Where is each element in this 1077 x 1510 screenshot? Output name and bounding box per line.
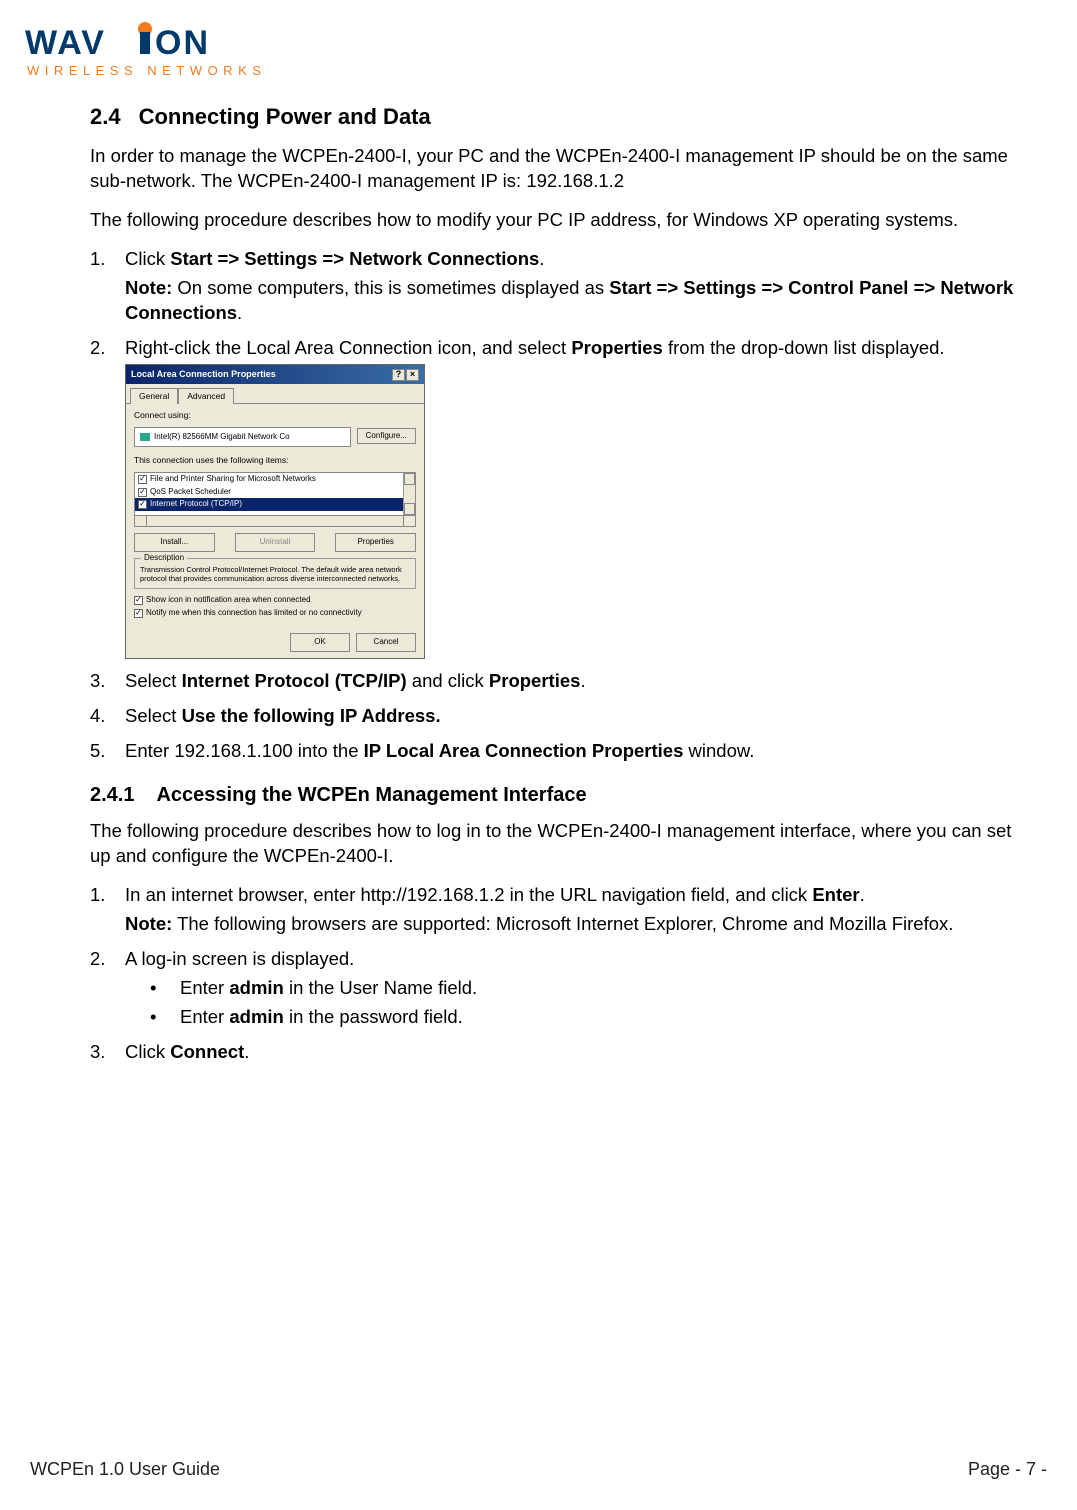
step-number: 4.: [90, 704, 125, 733]
intro-paragraph-2: The following procedure describes how to…: [90, 208, 1037, 233]
svg-text:ON: ON: [155, 24, 210, 62]
step-3-text: Click Connect.: [125, 1040, 1037, 1065]
tab-general[interactable]: General: [130, 388, 178, 404]
step-number: 3.: [90, 1040, 125, 1069]
show-icon-checkbox[interactable]: ✓Show icon in notification area when con…: [134, 595, 416, 606]
footer-left: WCPEn 1.0 User Guide: [30, 1459, 220, 1480]
step-number: 3.: [90, 669, 125, 698]
page-footer: WCPEn 1.0 User Guide Page - 7 -: [30, 1459, 1047, 1480]
procedure-list-2: 1. In an internet browser, enter http://…: [90, 883, 1037, 1069]
connect-using-label: Connect using:: [134, 410, 416, 421]
step-number: 5.: [90, 739, 125, 768]
step-1-text: In an internet browser, enter http://192…: [125, 883, 1037, 908]
bullet-2: Enter admin in the password field.: [180, 1005, 463, 1030]
step-3-text: Select Internet Protocol (TCP/IP) and cl…: [125, 669, 1037, 694]
close-icon[interactable]: ×: [406, 369, 419, 381]
scrollbar-vertical[interactable]: [403, 473, 415, 515]
step-number: 1.: [90, 247, 125, 330]
uninstall-button: Uninstall: [235, 533, 316, 552]
bullet-1: Enter admin in the User Name field.: [180, 976, 477, 1001]
step-5-text: Enter 192.168.1.100 into the IP Local Ar…: [125, 739, 1037, 764]
svg-text:WAV: WAV: [25, 24, 106, 62]
tab-advanced[interactable]: Advanced: [178, 388, 234, 404]
step-number: 1.: [90, 883, 125, 941]
bullet-list: •Enter admin in the User Name field. •En…: [140, 976, 1037, 1030]
nic-icon: [140, 433, 150, 441]
subsection-heading: 2.4.1 Accessing the WCPEn Management Inte…: [90, 782, 1037, 809]
help-icon[interactable]: ?: [392, 369, 405, 381]
section-title: Connecting Power and Data: [139, 104, 431, 129]
logo: WAV ON WIRELESS NETWORKS: [25, 20, 1047, 87]
step-1-note: Note: The following browsers are support…: [125, 912, 1037, 937]
scrollbar-horizontal[interactable]: [134, 516, 416, 527]
notify-checkbox[interactable]: ✓Notify me when this connection has limi…: [134, 608, 416, 619]
properties-button[interactable]: Properties: [335, 533, 416, 552]
bullet-icon: •: [140, 976, 180, 1001]
step-4-text: Select Use the following IP Address.: [125, 704, 1037, 729]
ok-button[interactable]: OK: [290, 633, 350, 652]
configure-button[interactable]: Configure...: [357, 428, 416, 445]
description-group: Description Transmission Control Protoco…: [134, 558, 416, 589]
section-number: 2.4: [90, 104, 121, 129]
install-button[interactable]: Install...: [134, 533, 215, 552]
step-1-text: Click Start => Settings => Network Conne…: [125, 247, 1037, 272]
dialog-title: Local Area Connection Properties: [131, 368, 276, 380]
footer-right: Page - 7 -: [968, 1459, 1047, 1480]
intro-paragraph-1: In order to manage the WCPEn-2400-I, you…: [90, 144, 1037, 194]
logo-tagline: WIRELESS NETWORKS: [27, 63, 266, 78]
nic-field: Intel(R) 82566MM Gigabit Network Co: [134, 427, 351, 448]
items-listbox[interactable]: ✓File and Printer Sharing for Microsoft …: [134, 472, 416, 516]
subsection-title: Accessing the WCPEn Management Interface: [156, 784, 586, 806]
subsection-intro: The following procedure describes how to…: [90, 819, 1037, 869]
subsection-number: 2.4.1: [90, 784, 134, 806]
cancel-button[interactable]: Cancel: [356, 633, 416, 652]
dialog-screenshot: Local Area Connection Properties ?× Gene…: [125, 364, 1037, 659]
step-number: 2.: [90, 336, 125, 664]
step-2-text: Right-click the Local Area Connection ic…: [125, 336, 1037, 361]
bullet-icon: •: [140, 1005, 180, 1030]
step-2-text: A log-in screen is displayed.: [125, 947, 1037, 972]
dialog-titlebar: Local Area Connection Properties ?×: [126, 365, 424, 383]
procedure-list-1: 1. Click Start => Settings => Network Co…: [90, 247, 1037, 768]
section-heading: 2.4 Connecting Power and Data: [90, 102, 1037, 132]
step-1-note: Note: On some computers, this is sometim…: [125, 276, 1037, 326]
step-number: 2.: [90, 947, 125, 1034]
items-label: This connection uses the following items…: [134, 455, 416, 466]
